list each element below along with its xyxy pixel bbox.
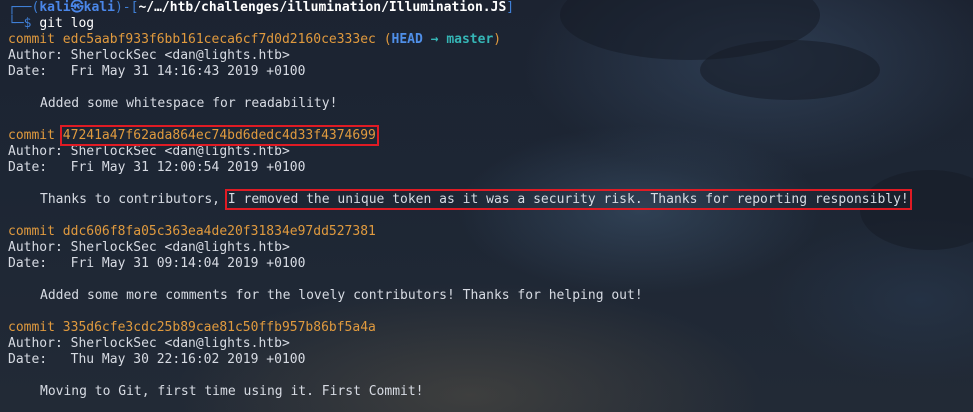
kali-skull-icon: ㉿ <box>70 0 84 15</box>
prompt-corner-bottom: └─ <box>8 16 24 31</box>
arrow-icon: → <box>430 32 439 47</box>
author-label: Author: <box>8 336 63 351</box>
commit-label: commit <box>8 224 55 239</box>
prompt-corner-top: ┌──( <box>8 0 40 15</box>
author-value: SherlockSec <dan@lights.htb> <box>70 336 290 351</box>
prompt-host: kali <box>83 0 115 15</box>
prompt-user: kali <box>39 0 71 15</box>
commit-hash: ddc606f8fa05c363ea4de20f31834e97dd527381 <box>62 224 376 239</box>
commit-line: commit 335d6cfe3cdc25b89cae81c50ffb957b8… <box>8 320 973 336</box>
author-label: Author: <box>8 144 63 159</box>
head-ref: HEAD <box>391 32 423 47</box>
message-prefix: Thanks to contributors, <box>40 192 228 207</box>
author-value: SherlockSec <dan@lights.htb> <box>70 240 290 255</box>
ref-open-paren: ( <box>383 32 392 47</box>
prompt-end: ] <box>506 0 515 15</box>
commit-line: commit edc5aabf933f6bb161ceca6cf7d0d2160… <box>8 32 973 48</box>
message-text: Added some whitespace for readability! <box>40 96 338 111</box>
message-text: Moving to Git, first time using it. Firs… <box>40 384 424 399</box>
message-highlighted: I removed the unique token as it was a s… <box>224 189 912 210</box>
terminal-output: ┌──(kali㉿kali)-[~/…/htb/challenges/illum… <box>8 0 973 400</box>
commit-message: Moving to Git, first time using it. Firs… <box>8 384 973 400</box>
commit-hash: 335d6cfe3cdc25b89cae81c50ffb957b86bf5a4a <box>62 320 376 335</box>
commit-message: Added some more comments for the lovely … <box>8 288 973 304</box>
commit-label: commit <box>8 32 55 47</box>
ref-close-paren: ) <box>493 32 502 47</box>
commit-line: commit ddc606f8fa05c363ea4de20f31834e97d… <box>8 224 973 240</box>
author-label: Author: <box>8 240 63 255</box>
date-value: Fri May 31 14:16:43 2019 +0100 <box>70 64 306 79</box>
date-label: Date: <box>8 352 48 367</box>
prompt-mid: )-[ <box>114 0 139 15</box>
commit-hash: edc5aabf933f6bb161ceca6cf7d0d2160ce333ec <box>62 32 376 47</box>
author-value: SherlockSec <dan@lights.htb> <box>70 144 290 159</box>
author-value: SherlockSec <dan@lights.htb> <box>70 48 290 63</box>
author-line: Author: SherlockSec <dan@lights.htb> <box>8 336 973 352</box>
author-line: Author: SherlockSec <dan@lights.htb> <box>8 144 973 160</box>
commit-hash-highlighted: 47241a47f62ada864ec74bd6dedc4d33f4374699 <box>59 125 379 146</box>
author-label: Author: <box>8 48 63 63</box>
date-line: Date: Fri May 31 09:14:04 2019 +0100 <box>8 256 973 272</box>
date-label: Date: <box>8 160 48 175</box>
command-line[interactable]: └─$ git log <box>8 16 973 32</box>
date-line: Date: Fri May 31 12:00:54 2019 +0100 <box>8 160 973 176</box>
message-text: Added some more comments for the lovely … <box>40 288 643 303</box>
author-line: Author: SherlockSec <dan@lights.htb> <box>8 48 973 64</box>
prompt-symbol: $ <box>23 16 32 31</box>
prompt-line: ┌──(kali㉿kali)-[~/…/htb/challenges/illum… <box>8 0 973 16</box>
commit-message: Thanks to contributors, I removed the un… <box>8 189 973 210</box>
date-line: Date: Thu May 30 22:16:02 2019 +0100 <box>8 352 973 368</box>
command-text: git log <box>39 16 95 31</box>
commit-label: commit <box>8 128 55 143</box>
date-label: Date: <box>8 256 48 271</box>
commit-message: Added some whitespace for readability! <box>8 96 973 112</box>
date-value: Thu May 30 22:16:02 2019 +0100 <box>70 352 306 367</box>
commit-line: commit 47241a47f62ada864ec74bd6dedc4d33f… <box>8 125 973 146</box>
date-label: Date: <box>8 64 48 79</box>
date-value: Fri May 31 12:00:54 2019 +0100 <box>70 160 306 175</box>
author-line: Author: SherlockSec <dan@lights.htb> <box>8 240 973 256</box>
prompt-path: ~/…/htb/challenges/illumination/Illumina… <box>138 0 507 15</box>
date-line: Date: Fri May 31 14:16:43 2019 +0100 <box>8 64 973 80</box>
commit-label: commit <box>8 320 55 335</box>
branch-ref: master <box>446 32 494 47</box>
date-value: Fri May 31 09:14:04 2019 +0100 <box>70 256 306 271</box>
